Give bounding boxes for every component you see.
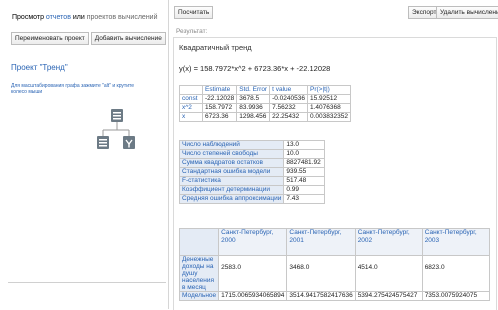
cell: -0.0240536 [269,94,308,104]
table-row: Число наблюдений 13.0 [178,140,326,150]
rename-project-button[interactable]: Переименовать проект [11,32,89,45]
cell: 4514.0 [354,255,423,292]
cell: 158.7972 [201,103,238,113]
cell: 6823.0 [421,255,490,292]
table-row: const -22.12028 3678.5 -0.0240536 15.925… [179,94,351,104]
project-graph[interactable] [95,108,135,158]
stat-label: Коэффициент детерминации [178,185,285,195]
tab-reports[interactable]: отчетов [46,14,71,21]
toolbar: Посчитать Экспорт Удалить вычислени [170,6,498,22]
table-row: Модельное 1715.0065934065894 3514.941758… [178,291,490,301]
row-label: x^2 [179,103,203,113]
column-header: Санкт-Петербург, 2002 [354,228,423,256]
cell: 7.56232 [269,103,308,113]
cell: 0.003832352 [306,112,351,122]
coef-header: Std. Error [236,85,271,95]
cell: 5394.275424575427 [354,291,423,301]
tab-or-label: или [72,14,85,21]
project-buttons: Переименовать проект Добавить вычисление [11,32,168,45]
cell: 3514.9417582417636 [286,291,356,301]
trend-node-icon[interactable] [97,136,109,149]
cell: 7353.0075924075 [421,291,490,301]
stat-value: 939.55 [283,167,326,177]
stat-label: Число наблюдений [178,140,285,150]
cell: 1298.456 [236,112,271,122]
result-panel: Посчитать Экспорт Удалить вычислени Резу… [170,0,498,310]
cell: 1.4076368 [306,103,351,113]
result-label: Результат: [176,28,208,35]
left-panel: Просмотр отчетов или проектов вычислений… [0,0,169,309]
table-row: Денежные доходы на душу населения в меся… [178,255,490,292]
column-header: Санкт-Петербург, 2003 [421,228,490,256]
cell: 22.25432 [269,112,308,122]
stat-label: Число степеней свободы [178,149,285,159]
tab-projects[interactable]: проектов вычислений [87,14,158,21]
column-header: Санкт-Петербург, 2000 [218,228,288,256]
project-title: Проект "Тренд" [11,63,68,72]
table-row: Сумма квадратов остатков 8827481.92 [178,158,326,168]
table-row: Средняя ошибка аппроксимации 7.43 [178,194,326,204]
coef-header [179,85,203,95]
view-tabs: Просмотр отчетов или проектов вычислений [12,14,158,21]
stat-value: 13.0 [283,140,326,150]
trend-formula: y(x) = 158.7972*x^2 + 6723.36*x + -22.12… [179,64,331,73]
stat-label: F-статистика [178,176,285,186]
table-row: x 6723.36 1298.456 22.25432 0.003832352 [179,112,351,122]
coefficients-table: Estimate Std. Error t value Pr(>|t|) con… [179,85,351,122]
coef-header: Estimate [201,85,238,95]
row-label: Модельное [178,291,220,301]
observations-table: Санкт-Петербург, 2000 Санкт-Петербург, 2… [178,228,490,301]
coef-header: Pr(>|t|) [306,85,351,95]
table-row: x^2 158.7972 83.9936 7.56232 1.4076368 [179,103,351,113]
delete-calculation-button[interactable]: Удалить вычислени [436,6,498,19]
cell: 2583.0 [218,255,288,292]
coef-header: t value [269,85,308,95]
stat-value: 8827481.92 [283,158,326,168]
table-row: Число степеней свободы 10.0 [178,149,326,159]
stat-label: Средняя ошибка аппроксимации [178,194,285,204]
graph-edges [102,122,130,136]
model-statistics-table: Число наблюдений 13.0 Число степеней своб… [178,140,326,204]
cell: -22.12028 [201,94,238,104]
cell: 3678.5 [236,94,271,104]
row-label: Денежные доходы на душу населения в меся… [178,255,220,292]
stat-label: Сумма квадратов остатков [178,158,285,168]
tab-view-label: Просмотр [12,14,44,21]
stat-label: Стандартная ошибка модели [178,167,285,177]
row-label: x [179,112,203,122]
result-node-icon[interactable] [123,136,135,149]
stat-value: 0.99 [283,185,326,195]
add-calculation-button[interactable]: Добавить вычисление [90,32,166,45]
table-row: F-статистика 517.48 [178,176,326,186]
cell: 1715.0065934065894 [218,291,288,301]
result-title: Квадратичный тренд [179,43,252,52]
data-node-icon[interactable] [111,109,123,122]
column-header: Санкт-Петербург, 2001 [286,228,356,256]
stat-value: 7.43 [283,194,326,204]
corner-cell [178,228,220,256]
stat-value: 517.48 [283,176,326,186]
stat-value: 10.0 [283,149,326,159]
zoom-hint: Для масштабирования графа зажмите "alt" … [11,83,135,95]
calculate-button[interactable]: Посчитать [174,6,214,19]
cell: 15.92512 [306,94,351,104]
result-content: Квадратичный тренд y(x) = 158.7972*x^2 +… [173,37,497,310]
coef-header-row: Estimate Std. Error t value Pr(>|t|) [179,85,351,95]
table-row: Стандартная ошибка модели 939.55 [178,167,326,177]
cell: 3468.0 [286,255,356,292]
cell: 83.9936 [236,103,271,113]
table-row: Коэффициент детерминации 0.99 [178,185,326,195]
left-divider [8,282,166,283]
table-row: Санкт-Петербург, 2000 Санкт-Петербург, 2… [178,228,490,256]
row-label: const [179,94,203,104]
cell: 6723.36 [201,112,238,122]
